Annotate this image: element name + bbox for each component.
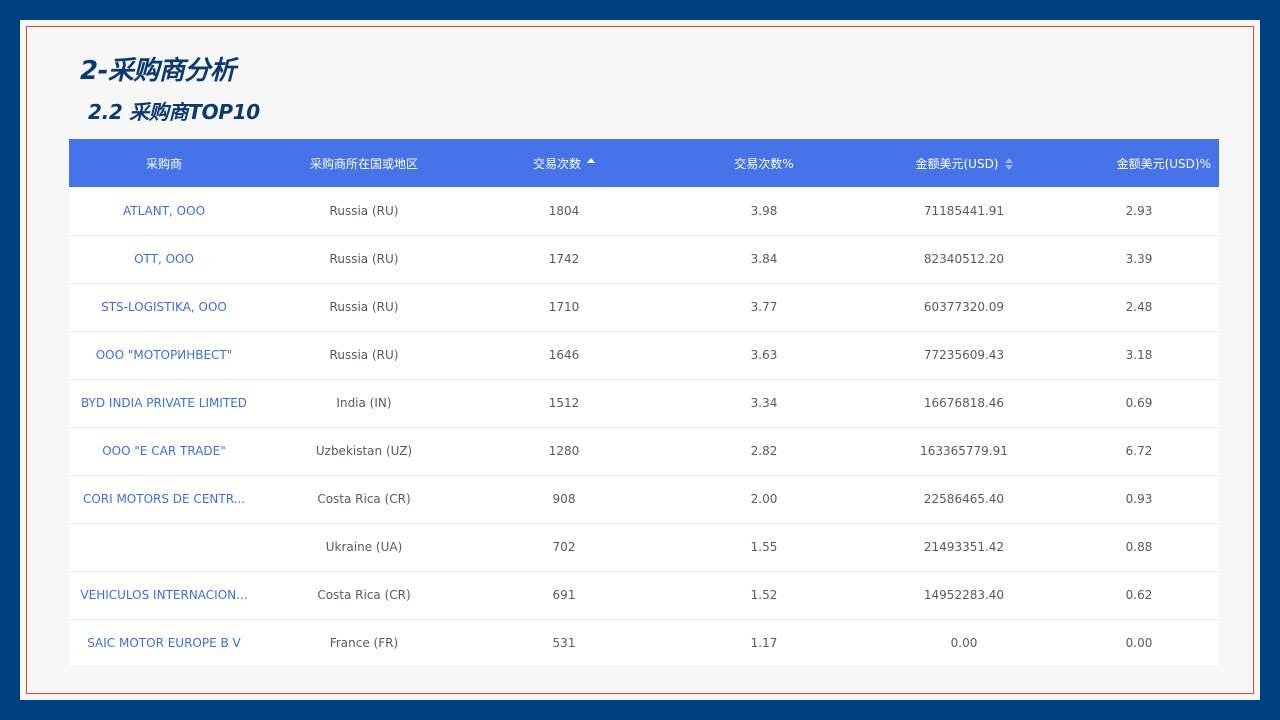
- header-amount-usd[interactable]: 金额美元(USD): [869, 139, 1059, 187]
- buyer-cell[interactable]: OOO "E CAR TRADE": [69, 427, 259, 475]
- country-cell: Costa Rica (CR): [317, 588, 411, 602]
- trade-count-cell: 908: [552, 492, 576, 506]
- slide: 2-采购商分析 2.2 采购商TOP10 采购商 采购商所在国或地区 交易次数 …: [20, 20, 1260, 700]
- buyer-cell[interactable]: OTT, OOO: [69, 235, 259, 283]
- amount-usd-pct-cell: 2.48: [1125, 300, 1153, 314]
- trade-count-cell: 1646: [548, 348, 580, 362]
- amount-usd-pct-cell: 3.39: [1125, 252, 1153, 266]
- sort-ascending-icon[interactable]: [587, 158, 595, 170]
- header-trade-count[interactable]: 交易次数: [469, 139, 659, 187]
- table-row[interactable]: OTT, OOO Russia (RU) 1742 3.84 82340512.20 3.…: [69, 235, 1219, 283]
- buyers-table-container: 采购商 采购商所在国或地区 交易次数 交易次数% 金额美元(USD) 金额美元(…: [69, 139, 1219, 665]
- table-header-row: 采购商 采购商所在国或地区 交易次数 交易次数% 金额美元(USD) 金额美元(…: [69, 139, 1219, 187]
- amount-usd-cell: 14952283.40: [923, 588, 1005, 602]
- header-trade-count-pct: 交易次数%: [734, 156, 794, 171]
- amount-usd-pct-cell: 0.00: [1125, 636, 1153, 650]
- country-cell: Russia (RU): [329, 252, 399, 266]
- amount-usd-cell: 82340512.20: [923, 252, 1005, 266]
- header-buyer: 采购商: [145, 156, 182, 171]
- page-title: 2-采购商分析: [80, 56, 236, 86]
- trade-count-cell: 1512: [548, 396, 580, 410]
- amount-usd-pct-cell: 0.88: [1125, 540, 1153, 554]
- trade-count-pct-cell: 1.52: [750, 588, 778, 602]
- country-cell: India (IN): [336, 396, 392, 410]
- page-subtitle: 2.2 采购商TOP10: [88, 100, 260, 124]
- trade-count-pct-cell: 1.55: [750, 540, 778, 554]
- trade-count-cell: 1710: [548, 300, 580, 314]
- sort-icon[interactable]: [1004, 158, 1013, 170]
- trade-count-pct-cell: 3.34: [750, 396, 778, 410]
- trade-count-pct-cell: 1.17: [750, 636, 778, 650]
- trade-count-pct-cell: 2.00: [750, 492, 778, 506]
- table-row[interactable]: ATLANT, OOO Russia (RU) 1804 3.98 71185441.9…: [69, 187, 1219, 235]
- buyer-cell[interactable]: STS-LOGISTIKA, OOO: [69, 283, 259, 331]
- buyer-cell[interactable]: SAIC MOTOR EUROPE B V: [69, 619, 259, 665]
- trade-count-cell: 1804: [548, 203, 580, 218]
- table-row[interactable]: VEHICULOS INTERNACION... Costa Rica (CR) 6…: [69, 571, 1219, 619]
- trade-count-pct-cell: 3.63: [750, 348, 778, 362]
- amount-usd-pct-cell: 2.93: [1125, 203, 1153, 218]
- buyer-cell[interactable]: CORI MOTORS DE CENTR...: [69, 475, 259, 523]
- amount-usd-cell: 60377320.09: [923, 300, 1005, 314]
- buyer-cell[interactable]: ATLANT, OOO: [69, 187, 259, 235]
- amount-usd-cell: 71185441.91: [923, 203, 1005, 218]
- amount-usd-pct-cell: 0.69: [1125, 396, 1153, 410]
- buyers-table: 采购商 采购商所在国或地区 交易次数 交易次数% 金额美元(USD) 金额美元(…: [69, 139, 1219, 665]
- amount-usd-cell: 77235609.43: [923, 348, 1005, 362]
- table-row[interactable]: Ukraine (UA) 702 1.55 21493351.42 0.88: [69, 523, 1219, 571]
- buyer-cell[interactable]: VEHICULOS INTERNACION...: [69, 571, 259, 619]
- trade-count-cell: 702: [552, 540, 576, 554]
- header-country: 采购商所在国或地区: [309, 156, 418, 171]
- amount-usd-cell: 163365779.91: [920, 444, 1008, 458]
- trade-count-cell: 1280: [548, 444, 580, 458]
- buyer-cell[interactable]: BYD INDIA PRIVATE LIMITED: [69, 379, 259, 427]
- amount-usd-cell: 21493351.42: [923, 540, 1005, 554]
- trade-count-cell: 531: [552, 636, 576, 650]
- trade-count-pct-cell: 3.84: [750, 252, 778, 266]
- country-cell: France (FR): [329, 636, 399, 650]
- buyer-cell[interactable]: OOO "МОТОРИНВЕСТ": [69, 331, 259, 379]
- amount-usd-cell: 0.00: [950, 636, 978, 650]
- table-body: ATLANT, OOO Russia (RU) 1804 3.98 71185441.9…: [69, 187, 1219, 665]
- trade-count-pct-cell: 2.82: [750, 444, 778, 458]
- country-cell: Russia (RU): [329, 203, 399, 218]
- amount-usd-pct-cell: 0.62: [1125, 588, 1153, 602]
- trade-count-cell: 691: [552, 588, 576, 602]
- trade-count-pct-cell: 3.77: [750, 300, 778, 314]
- amount-usd-pct-cell: 0.93: [1125, 492, 1153, 506]
- amount-usd-pct-cell: 3.18: [1125, 348, 1153, 362]
- amount-usd-cell: 22586465.40: [923, 492, 1005, 506]
- amount-usd-cell: 16676818.46: [923, 396, 1005, 410]
- trade-count-pct-cell: 3.98: [750, 203, 778, 218]
- country-cell: Costa Rica (CR): [317, 492, 411, 506]
- country-cell: Russia (RU): [329, 300, 399, 314]
- table-row[interactable]: BYD INDIA PRIVATE LIMITED India (IN) 1512 3…: [69, 379, 1219, 427]
- table-row[interactable]: STS-LOGISTIKA, OOO Russia (RU) 1710 3.77 603…: [69, 283, 1219, 331]
- country-cell: Uzbekistan (UZ): [315, 444, 413, 458]
- country-cell: Ukraine (UA): [325, 540, 403, 554]
- table-row[interactable]: OOO "МОТОРИНВЕСТ" Russia (RU) 1646 3.63 7723…: [69, 331, 1219, 379]
- table-row[interactable]: CORI MOTORS DE CENTR... Costa Rica (CR) 90…: [69, 475, 1219, 523]
- country-cell: Russia (RU): [329, 348, 399, 362]
- trade-count-cell: 1742: [548, 252, 580, 266]
- table-row[interactable]: SAIC MOTOR EUROPE B V France (FR) 531 1.17 0…: [69, 619, 1219, 665]
- table-row[interactable]: OOO "E CAR TRADE" Uzbekistan (UZ) 1280 2.82…: [69, 427, 1219, 475]
- amount-usd-pct-cell: 6.72: [1125, 444, 1153, 458]
- buyer-cell[interactable]: [69, 523, 259, 571]
- header-amount-usd-pct: 金额美元(USD)%: [1116, 156, 1211, 171]
